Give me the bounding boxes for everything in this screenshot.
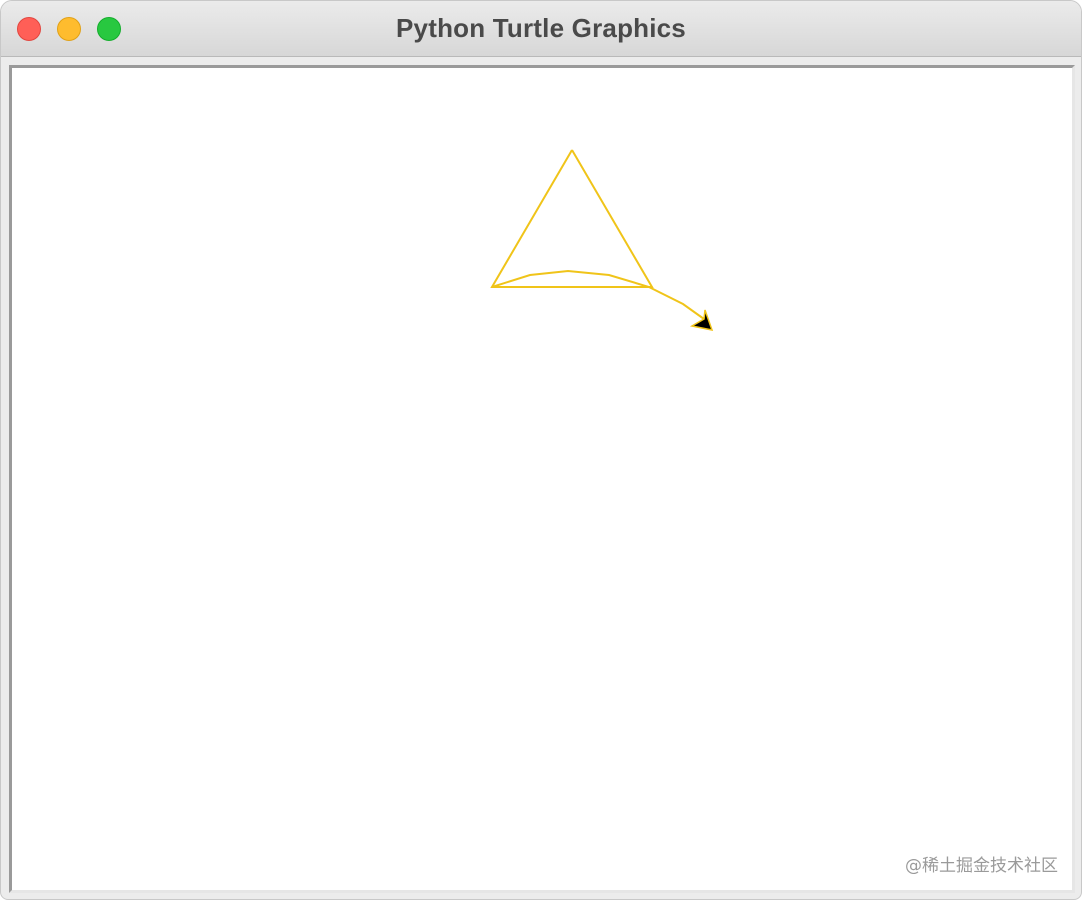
watermark-text: @稀土掘金技术社区 — [905, 856, 1058, 876]
arc-path — [491, 269, 705, 320]
window-title: Python Turtle Graphics — [396, 13, 686, 43]
drawing-surface — [490, 149, 714, 331]
title-bar[interactable]: Python Turtle Graphics — [1, 1, 1081, 57]
triangle-path — [490, 149, 654, 288]
turtle-window: Python Turtle Graphics @稀土掘金技术社区 — [0, 0, 1082, 900]
turtle-canvas[interactable]: @稀土掘金技术社区 — [9, 65, 1075, 893]
